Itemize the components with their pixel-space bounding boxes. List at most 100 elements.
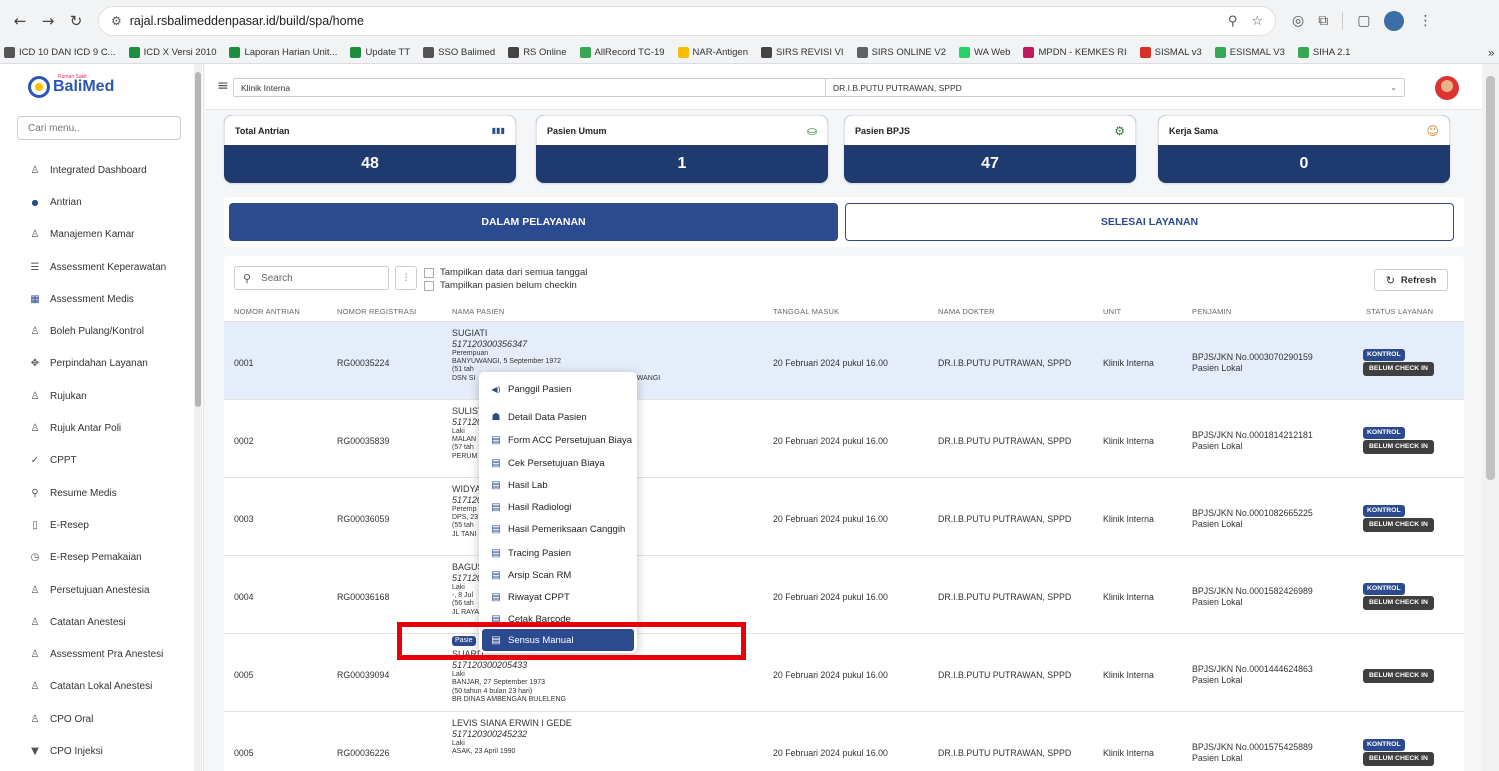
- column-header: PENJAMIN: [1192, 307, 1232, 316]
- context-menu-item[interactable]: ▤ Hasil Radiologi: [482, 496, 634, 518]
- table-row[interactable]: 0005 RG00036226 LEVIS SIANA ERWIN I GEDE 51…: [224, 712, 1464, 771]
- context-menu-item[interactable]: ▤ Riwayat CPPT: [482, 586, 634, 608]
- bookmark-icon: [508, 47, 520, 58]
- sidebar-item[interactable]: ▦ Assessment Medis: [0, 283, 196, 315]
- checkbox-box[interactable]: [424, 267, 434, 278]
- patient-name: SUGIATI: [452, 328, 488, 338]
- bookmark-label: ICD X Versi 2010: [143, 47, 217, 58]
- doctor-select[interactable]: DR.I.B.PUTU PUTRAWAN, SPPD ⌄: [825, 78, 1405, 97]
- bookmark-item[interactable]: SIRS ONLINE V2: [856, 47, 946, 58]
- sidebar-item[interactable]: ♙ CPO Oral: [0, 703, 196, 735]
- zoom-icon[interactable]: ⚲: [1228, 14, 1238, 29]
- bookmark-item[interactable]: AllRecord TC-19: [579, 47, 665, 58]
- screenshot-icon[interactable]: ◎: [1292, 13, 1304, 29]
- hamburger-icon[interactable]: ≡: [217, 78, 229, 94]
- bookmark-item[interactable]: ICD 10 DAN ICD 9 C...: [4, 47, 116, 58]
- sidebar-item-label: Rujuk Antar Poli: [50, 423, 122, 435]
- book-icon: ▯: [32, 519, 38, 531]
- user-icon: ♙: [30, 326, 40, 338]
- tab-dalam-pelayanan[interactable]: DALAM PELAYANAN: [229, 203, 838, 241]
- extensions-icon[interactable]: ⧉: [1318, 13, 1328, 29]
- sidepanel-icon[interactable]: ▢: [1357, 13, 1370, 29]
- table-row[interactable]: 0003 RG00036059 WIDYA 517120 Peremp DPS, 23 (5…: [224, 478, 1464, 556]
- checkbox-box[interactable]: [424, 280, 434, 291]
- context-menu-item[interactable]: ▤ Arsip Scan RM: [482, 564, 634, 586]
- sidebar-item[interactable]: ♙ Rujukan: [0, 380, 196, 412]
- tab-selesai-layanan[interactable]: SELESAI LAYANAN: [845, 203, 1454, 241]
- sidebar-item[interactable]: ✓ CPPT: [0, 445, 196, 477]
- stat-card: Kerja Sama ☺ 0: [1158, 115, 1450, 183]
- context-menu-item[interactable]: ▤ Hasil Lab: [482, 474, 634, 496]
- sidebar-item[interactable]: ♙ Integrated Dashboard: [0, 154, 196, 186]
- context-menu-label: Form ACC Persetujuan Biaya: [508, 434, 633, 446]
- bookmark-item[interactable]: Update TT: [350, 47, 410, 58]
- bookmark-star-icon[interactable]: ☆: [1251, 14, 1263, 29]
- profile-avatar[interactable]: [1384, 11, 1405, 31]
- sidebar-item[interactable]: ♙ Rujuk Antar Poli: [0, 412, 196, 444]
- forward-icon[interactable]: →: [36, 9, 60, 33]
- bookmark-item[interactable]: SIRS REVISI VI: [761, 47, 844, 58]
- table-row[interactable]: 0001 RG00035224 SUGIATI 5171203003563​47 Per…: [224, 322, 1464, 400]
- checkbox-all-dates[interactable]: Tampilkan data dari semua tanggal: [424, 267, 587, 278]
- bookmark-item[interactable]: Laporan Harian Unit...: [229, 47, 337, 58]
- bookmark-item[interactable]: SSO Balimed: [423, 47, 495, 58]
- doctor-name: DR.I.B.PUTU PUTRAWAN, SPPD: [938, 670, 1072, 680]
- sidebar-item[interactable]: ▯ E-Resep: [0, 509, 196, 541]
- sidebar-item[interactable]: ♙ Catatan Anestesi: [0, 606, 196, 638]
- sidebar-item[interactable]: ● Antrian: [0, 186, 196, 218]
- user-avatar[interactable]: [1435, 76, 1459, 100]
- bookmark-item[interactable]: ICD X Versi 2010: [128, 47, 217, 58]
- context-menu-item[interactable]: ▤ Tracing Pasien: [482, 542, 634, 564]
- sidebar-item[interactable]: ♙ Manajemen Kamar: [0, 219, 196, 251]
- page-scrollbar[interactable]: [1482, 64, 1499, 771]
- logo[interactable]: BaliMed Rumah Sakit: [28, 74, 114, 98]
- bookmark-item[interactable]: SISMAL v3: [1139, 47, 1202, 58]
- patient-detail-line: BR DINAS AMBENGAN BULELENG: [452, 695, 566, 703]
- patient-detail-line: Laki: [452, 740, 465, 747]
- sidebar-item[interactable]: ♙ Persetujuan Anestesia: [0, 574, 196, 606]
- filter-icon: ▼: [31, 745, 39, 757]
- sidebar-item[interactable]: ▼ CPO Injeksi: [0, 735, 196, 767]
- bookmark-item[interactable]: ESISMAL V3: [1214, 47, 1285, 58]
- people-icon: ☺: [1426, 123, 1439, 138]
- context-menu-item[interactable]: ▤ Form ACC Persetujuan Biaya: [482, 429, 634, 451]
- dot-icon: ●: [31, 197, 39, 207]
- filter-icon[interactable]: ⫶: [395, 266, 417, 290]
- refresh-button[interactable]: ↻ Refresh: [1374, 269, 1448, 291]
- sidebar-item[interactable]: ◷ E-Resep Pemakaian: [0, 542, 196, 574]
- sidebar-item[interactable]: ☰ Assessment Keperawatan: [0, 251, 196, 283]
- sidebar-item[interactable]: ♙ Assessment Pra Anestesi: [0, 638, 196, 670]
- back-icon[interactable]: ←: [8, 9, 32, 33]
- admission-date: 20 Februari 2024 pukul 16.00: [773, 592, 888, 602]
- browser-menu-icon[interactable]: ⋮: [1418, 13, 1432, 29]
- patient-detail-line: BANYUWANGI, 5 September 1972: [452, 358, 562, 366]
- bookmark-item[interactable]: NAR-Antigen: [677, 47, 748, 58]
- sidebar-item[interactable]: ✥ Perpindahan Layanan: [0, 348, 196, 380]
- reload-icon[interactable]: ↻: [64, 9, 88, 33]
- sidebar-item-label: Persetujuan Anestesia: [50, 584, 150, 596]
- bookmark-item[interactable]: WA Web: [959, 47, 1010, 58]
- context-menu-item[interactable]: ▤ Cek Persetujuan Biaya: [482, 452, 634, 474]
- sidebar-item[interactable]: ♙ Catatan Lokal Anestesi: [0, 671, 196, 703]
- patient-info: WIDYA 517120 Peremp DPS, 23 (55 tah JL TANI: [452, 483, 482, 539]
- address-bar[interactable]: ⚙ rajal.rsbalimeddenpasar.id/build/spa/h…: [98, 6, 1276, 36]
- site-settings-icon[interactable]: ⚙: [111, 14, 122, 28]
- table-row[interactable]: 0002 RG00035839 SULIST 517120 Laki MALAN (57 t…: [224, 400, 1464, 478]
- unit-select[interactable]: Klinik Interna ⌄: [233, 78, 838, 97]
- sidebar-item[interactable]: ⚲ Resume Medis: [0, 477, 196, 509]
- menu-search-input[interactable]: [17, 116, 181, 140]
- table-search-input[interactable]: ⚲ Search: [234, 266, 389, 290]
- sidebar-item[interactable]: ♙ Boleh Pulang/Kontrol: [0, 315, 196, 347]
- checkbox-not-checkin[interactable]: Tampilkan pasien belum checkin: [424, 280, 577, 291]
- context-menu-item[interactable]: ▤ Hasil Pemeriksaan Canggih: [482, 518, 634, 540]
- unit-select-value: Klinik Interna: [241, 82, 291, 93]
- bookmark-item[interactable]: SIHA 2.1: [1297, 47, 1350, 58]
- context-menu-item[interactable]: ◀) Panggil Pasien: [482, 378, 634, 400]
- sidebar-scrollbar[interactable]: [194, 64, 202, 771]
- bookmark-icon: [350, 47, 362, 58]
- bookmark-item[interactable]: RS Online: [508, 47, 567, 58]
- bookmark-item[interactable]: MPDN - KEMKES RI: [1023, 47, 1127, 58]
- more-bookmarks-icon[interactable]: »: [1488, 46, 1495, 60]
- guarantor: BPJS/JKN No.0001575425889 Pasien Lokal: [1192, 742, 1313, 764]
- context-menu-item[interactable]: ☗ Detail Data Pasien: [482, 406, 634, 428]
